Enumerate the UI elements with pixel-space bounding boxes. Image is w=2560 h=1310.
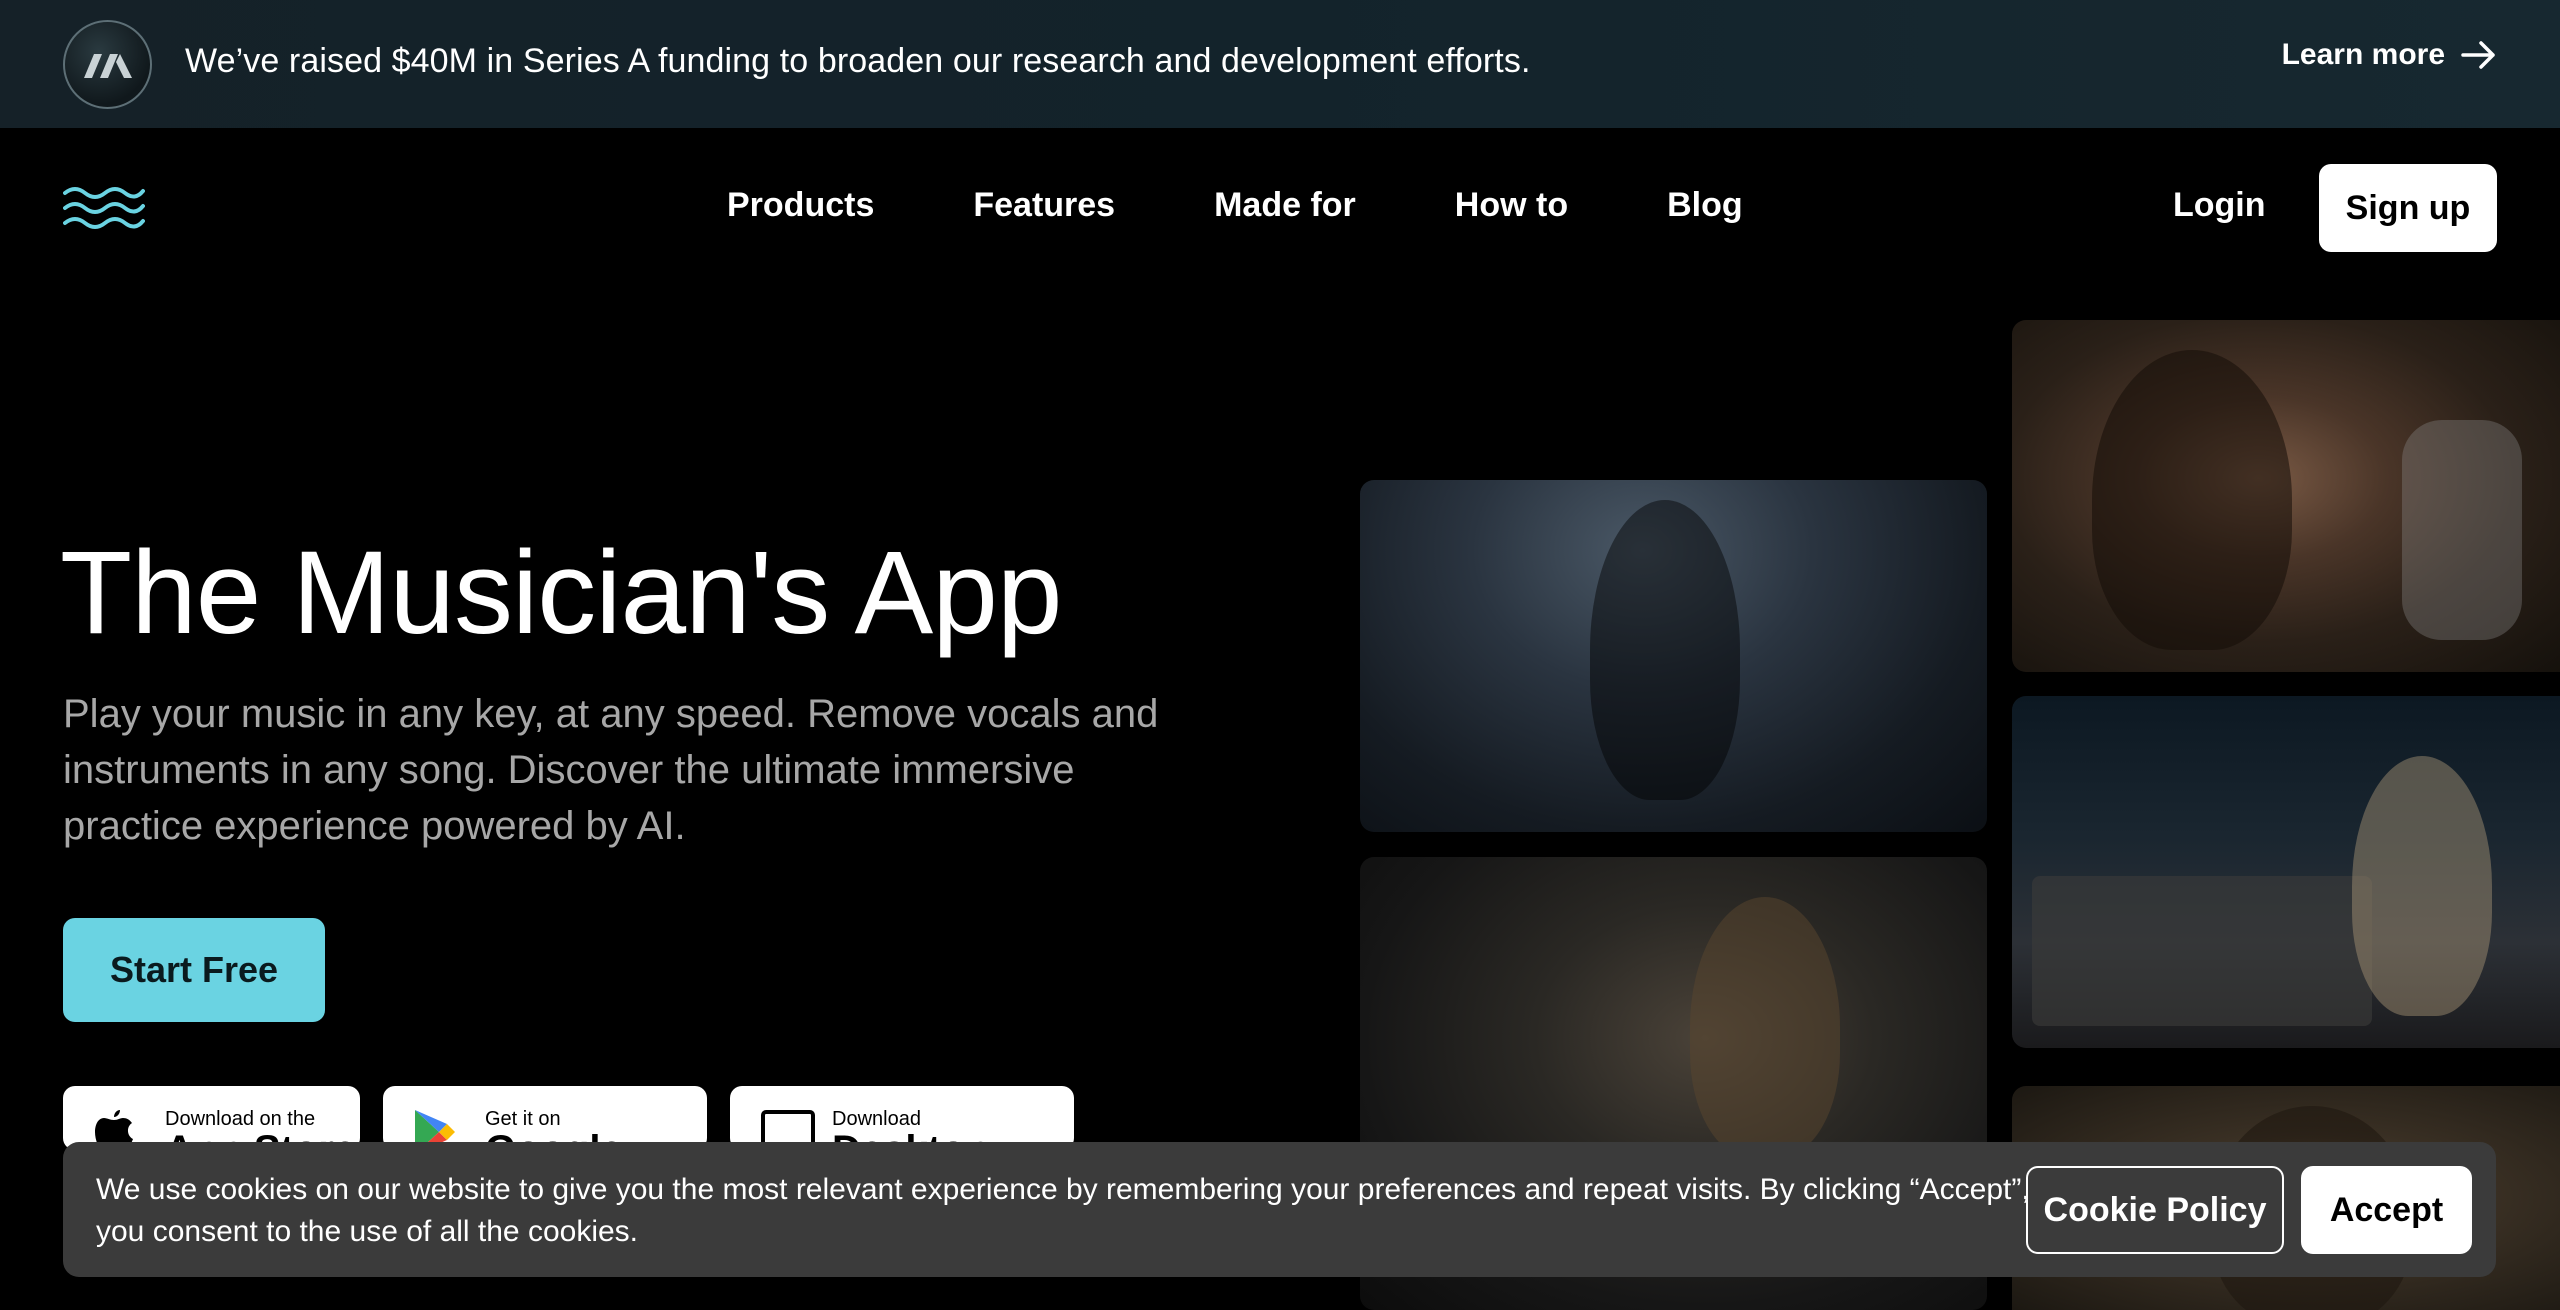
video-guitarist	[1360, 480, 1987, 832]
cookie-policy-button[interactable]: Cookie Policy	[2026, 1166, 2284, 1254]
desktop-app-button[interactable]: Download Desktop App	[730, 1086, 1074, 1150]
arrow-right-icon	[2461, 41, 2495, 69]
video-producer	[2012, 696, 2560, 1048]
announcement-text: We’ve raised $40M in Series A funding to…	[185, 42, 1531, 80]
nav-item-products[interactable]: Products	[727, 186, 874, 225]
nav-item-blog[interactable]: Blog	[1667, 186, 1743, 225]
learn-more-link[interactable]: Learn more	[2282, 38, 2497, 72]
video-singer	[2012, 320, 2560, 672]
login-link[interactable]: Login	[2173, 186, 2266, 225]
signup-button[interactable]: Sign up	[2319, 164, 2497, 252]
brand-logo-icon[interactable]	[63, 185, 145, 231]
accept-button[interactable]: Accept	[2301, 1166, 2472, 1254]
app-store-button[interactable]: Download on the App Store	[63, 1086, 360, 1150]
announcement-bar: We’ve raised $40M in Series A funding to…	[0, 0, 2560, 128]
company-logo-icon	[63, 20, 152, 109]
start-free-button[interactable]: Start Free	[63, 918, 325, 1022]
nav-item-features[interactable]: Features	[973, 186, 1115, 225]
nav-item-how-to[interactable]: How to	[1455, 186, 1568, 225]
hero-title: The Musician's App	[60, 527, 1062, 659]
cookie-banner: We use cookies on our website to give yo…	[63, 1142, 2496, 1277]
cookie-text: We use cookies on our website to give yo…	[96, 1173, 2030, 1248]
hero-description: Play your music in any key, at any speed…	[63, 692, 1159, 848]
learn-more-label: Learn more	[2281, 38, 2445, 71]
nav-item-made-for[interactable]: Made for	[1214, 186, 1356, 225]
main-nav: Products Features Made for How to Blog	[727, 186, 1743, 225]
google-play-button[interactable]: Get it on Google Play	[383, 1086, 707, 1150]
